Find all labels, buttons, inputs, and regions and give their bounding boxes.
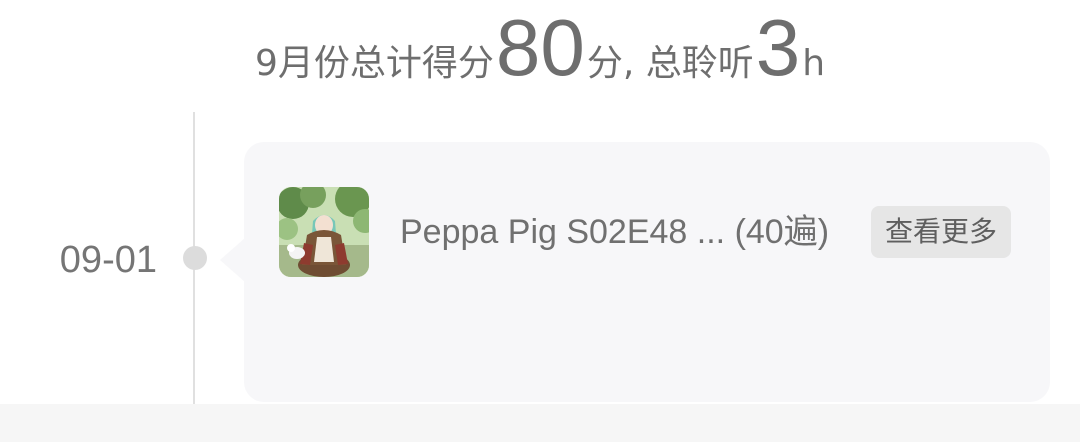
summary-prefix: 9月份总计得分: [254, 43, 494, 84]
summary-score: 80: [495, 3, 585, 92]
timeline-dot: [183, 246, 207, 270]
listening-record-card[interactable]: Peppa Pig S02E48 ... (40遍) 查看更多: [244, 142, 1050, 402]
album-cover-image[interactable]: [279, 187, 369, 277]
summary-hours: 3: [755, 3, 801, 92]
record-title[interactable]: Peppa Pig S02E48 ... (40遍): [400, 212, 829, 252]
view-more-button[interactable]: 查看更多: [871, 206, 1011, 258]
album-cover-illustration: [279, 187, 369, 277]
summary-suffix: h: [802, 43, 826, 84]
bottom-strip: [0, 404, 1080, 442]
timeline-date: 09-01: [59, 239, 157, 281]
monthly-summary: 9月份总计得分 80 分, 总聆听 3 h: [0, 8, 1080, 108]
summary-middle: 分, 总聆听: [586, 43, 754, 84]
card-pointer: [220, 238, 245, 282]
